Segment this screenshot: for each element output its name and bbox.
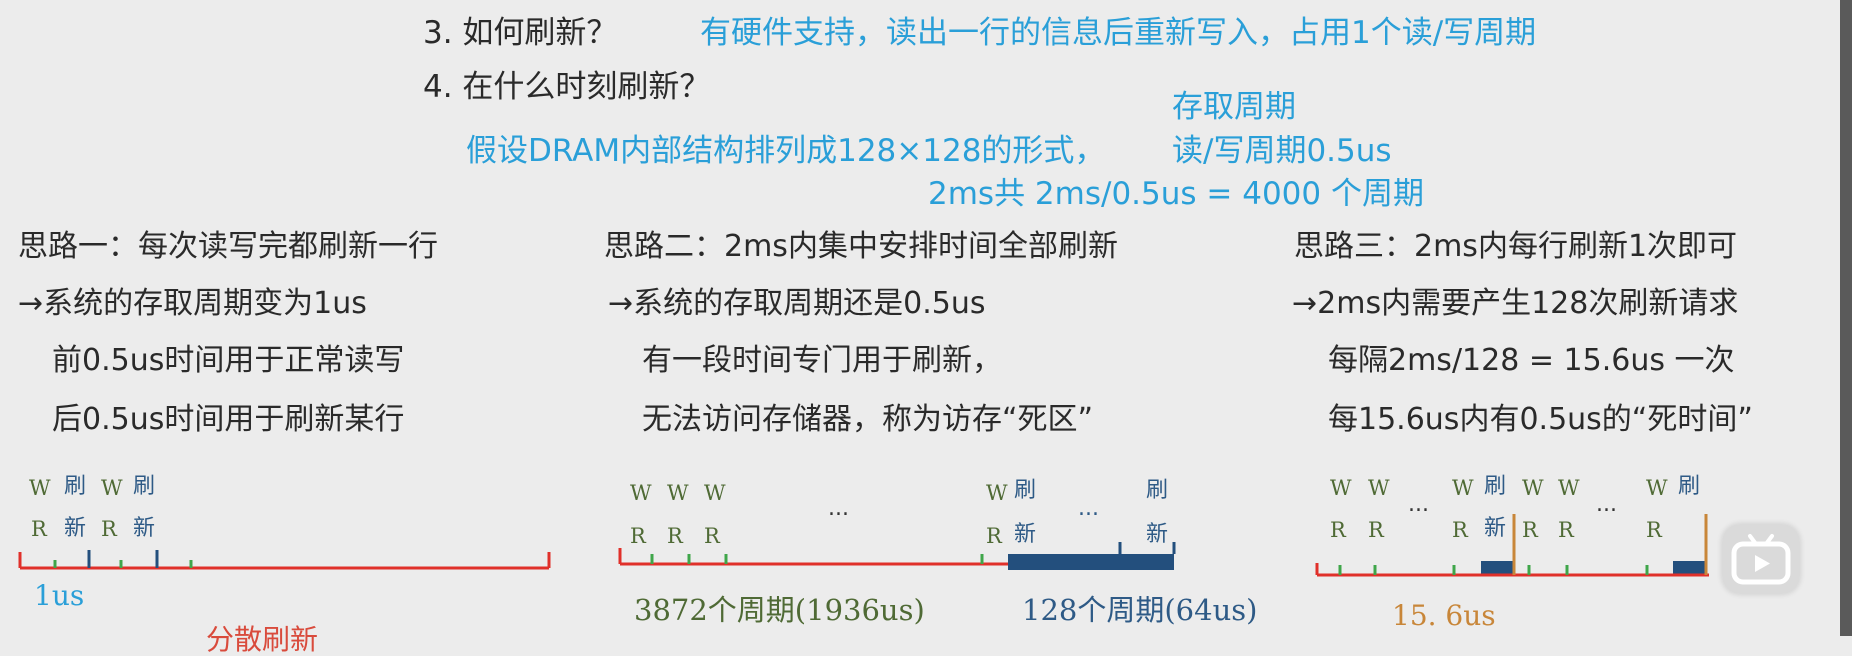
tl3-ellipsis-1: ... xyxy=(1408,492,1429,517)
tl2-w-4: W xyxy=(986,481,1008,505)
timeline-2 xyxy=(618,542,1176,570)
rw-cycle-text: 读/写周期0.5us xyxy=(1172,133,1392,169)
timeline-1 xyxy=(18,550,551,570)
access-cycle-title: 存取周期 xyxy=(1172,89,1296,125)
tl3-w-6: W xyxy=(1646,476,1668,500)
tl3-shua-1: 刷 xyxy=(1484,474,1507,499)
approach-3-line-2: 每隔2ms/128 = 15.6us 一次 xyxy=(1328,343,1735,378)
question-3-answer: 有硬件支持，读出一行的信息后重新写入，占用1个读/写周期 xyxy=(700,15,1537,51)
tl1-shua-2: 刷 xyxy=(133,474,156,499)
approach-2-line-1: →系统的存取周期还是0.5us xyxy=(608,286,986,321)
tl1-r-1: R xyxy=(31,517,47,541)
approach-3-line-1: →2ms内需要产生128次刷新请求 xyxy=(1292,286,1739,321)
timeline-2-refresh-block xyxy=(1008,554,1174,570)
window-edge xyxy=(1840,0,1852,636)
tl3-r-2: R xyxy=(1368,518,1384,542)
approach-1-line-3: 后0.5us时间用于刷新某行 xyxy=(52,402,405,437)
timeline-1-caption: 1us xyxy=(34,579,85,612)
tl2-shua-2: 刷 xyxy=(1146,478,1169,503)
tl1-r-2: R xyxy=(101,517,117,541)
approach-1-line-1: →系统的存取周期变为1us xyxy=(18,286,367,321)
approach-2-line-3: 无法访问存储器，称为访存“死区” xyxy=(642,402,1094,437)
timeline-2-caption-rw: 3872个周期(1936us) xyxy=(634,593,925,627)
tl1-w-2: W xyxy=(101,476,123,500)
timeline-3-refresh-block xyxy=(1481,561,1515,575)
tl2-w-1: W xyxy=(630,481,652,505)
tl3-r-4: R xyxy=(1522,518,1538,542)
approach-1-line-2: 前0.5us时间用于正常读写 xyxy=(52,343,405,378)
question-4-label: 4. 在什么时刻刷新？ xyxy=(423,69,711,105)
timeline-3 xyxy=(1315,514,1709,577)
approach-1-title: 思路一：每次读写完都刷新一行 xyxy=(18,229,438,264)
slide: 3. 如何刷新？ 有硬件支持，读出一行的信息后重新写入，占用1个读/写周期 4.… xyxy=(0,0,1852,654)
tl2-w-2: W xyxy=(667,481,689,505)
assumption-text: 假设DRAM内部结构排列成128×128的形式， xyxy=(466,133,1106,169)
approach-3-line-3: 每15.6us内有0.5us的“死时间” xyxy=(1328,402,1753,437)
tl3-w-1: W xyxy=(1330,476,1352,500)
video-player-button[interactable] xyxy=(1722,524,1800,594)
timeline-3-refresh-block xyxy=(1673,561,1707,575)
tl3-w-4: W xyxy=(1522,476,1544,500)
timeline-2-caption-refresh: 128个周期(64us) xyxy=(1022,593,1258,627)
tl3-r-1: R xyxy=(1330,518,1346,542)
bilibili-tv-icon xyxy=(1731,534,1791,585)
total-cycles-text: 2ms共 2ms/0.5us = 4000 个周期 xyxy=(928,176,1424,212)
tl2-shua-1: 刷 xyxy=(1014,478,1037,503)
tl2-ellipsis-2: ... xyxy=(1078,496,1099,521)
tl3-ellipsis-2: ... xyxy=(1596,492,1617,517)
tl2-ellipsis-1: ... xyxy=(828,496,849,521)
question-3-label: 3. 如何刷新？ xyxy=(423,15,618,51)
tl1-w-1: W xyxy=(29,476,51,500)
tl3-r-6: R xyxy=(1646,518,1662,542)
tl3-w-3: W xyxy=(1452,476,1474,500)
tl3-w-5: W xyxy=(1558,476,1580,500)
approach-2-line-2: 有一段时间专门用于刷新， xyxy=(642,343,1002,378)
tl3-xin-1: 新 xyxy=(1484,516,1507,541)
approach-2-title: 思路二：2ms内集中安排时间全部刷新 xyxy=(604,229,1118,264)
tl3-r-3: R xyxy=(1452,518,1468,542)
tl3-w-2: W xyxy=(1368,476,1390,500)
approach-3-title: 思路三：2ms内每行刷新1次即可 xyxy=(1294,229,1738,264)
tl1-xin-2: 新 xyxy=(133,516,156,541)
tl3-r-5: R xyxy=(1558,518,1574,542)
bottom-cut-text: 分散刷新 xyxy=(206,623,319,656)
tl3-shua-2: 刷 xyxy=(1678,474,1701,499)
tl2-w-3: W xyxy=(704,481,726,505)
tl1-xin-1: 新 xyxy=(64,516,87,541)
tl1-shua-1: 刷 xyxy=(64,474,87,499)
timeline-3-caption: 15. 6us xyxy=(1392,599,1496,632)
